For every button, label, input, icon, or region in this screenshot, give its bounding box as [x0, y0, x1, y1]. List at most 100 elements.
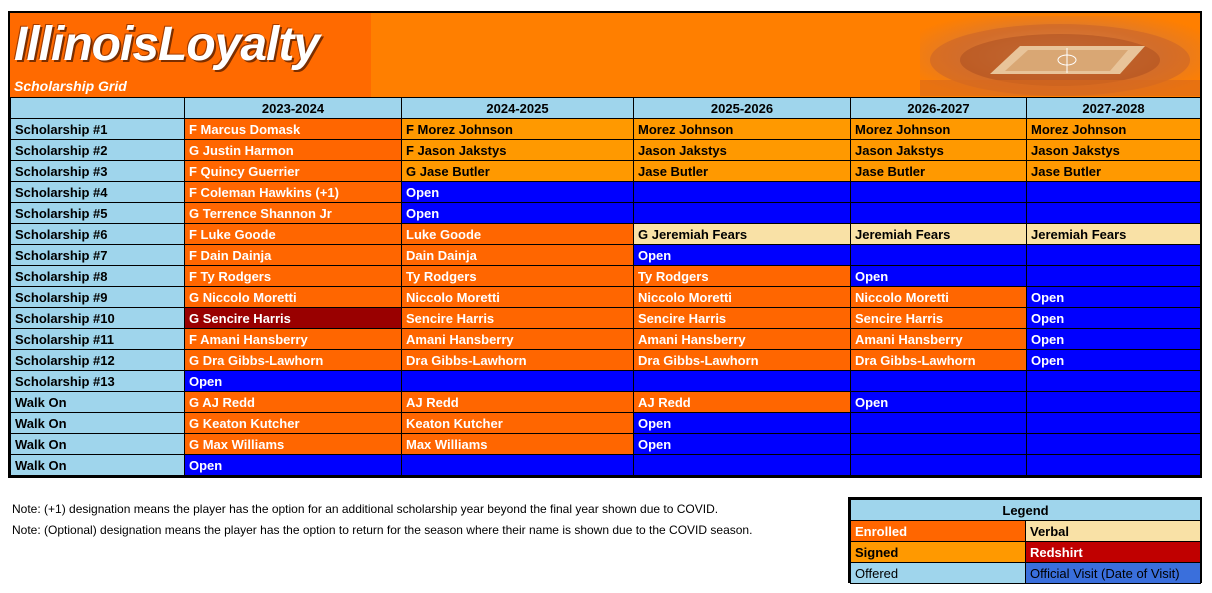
table-row: Walk On G AJ Redd AJ Redd AJ Redd Open	[10, 391, 1201, 413]
roster-cell: G Keaton Kutcher	[184, 412, 402, 434]
roster-cell	[1026, 244, 1201, 266]
table-row: Scholarship #11 F Amani Hansberry Amani Ha…	[10, 328, 1201, 350]
roster-cell	[850, 370, 1027, 392]
roster-cell: G Max Williams	[184, 433, 402, 455]
roster-cell: G Dra Gibbs-Lawhorn	[184, 349, 402, 371]
roster-cell	[633, 181, 851, 203]
roster-cell: G Niccolo Moretti	[184, 286, 402, 308]
site-banner: IllinoisLoyalty Scholarship Grid	[10, 13, 1200, 97]
roster-cell: Open	[1026, 307, 1201, 329]
roster-cell: G Justin Harmon	[184, 139, 402, 161]
site-logo[interactable]: IllinoisLoyalty	[14, 13, 320, 77]
roster-cell: Jason Jakstys	[1026, 139, 1201, 161]
table-row: Scholarship #4 F Coleman Hawkins (+1) Open	[10, 181, 1201, 203]
logo-box: IllinoisLoyalty Scholarship Grid	[10, 13, 371, 97]
year-header: 2025-2026	[633, 97, 851, 119]
roster-cell: Jase Butler	[1026, 160, 1201, 182]
roster-cell: F Morez Johnson	[401, 118, 634, 140]
roster-cell: Sencire Harris	[850, 307, 1027, 329]
roster-cell	[850, 454, 1027, 476]
legend-enrolled: Enrolled	[850, 520, 1026, 542]
year-header: 2024-2025	[401, 97, 634, 119]
roster-cell: Ty Rodgers	[633, 265, 851, 287]
roster-cell: Jason Jakstys	[850, 139, 1027, 161]
roster-cell: AJ Redd	[633, 391, 851, 413]
roster-cell: Open	[184, 370, 402, 392]
row-label: Walk On	[10, 412, 185, 434]
roster-cell	[1026, 454, 1201, 476]
year-header: 2027-2028	[1026, 97, 1201, 119]
roster-cell	[1026, 202, 1201, 224]
roster-cell: F Quincy Guerrier	[184, 160, 402, 182]
roster-cell: Dra Gibbs-Lawhorn	[401, 349, 634, 371]
corner-cell	[10, 97, 185, 119]
roster-cell	[1026, 433, 1201, 455]
roster-cell: Jeremiah Fears	[1026, 223, 1201, 245]
roster-cell: F Jason Jakstys	[401, 139, 634, 161]
roster-cell: Amani Hansberry	[850, 328, 1027, 350]
legend-title: Legend	[849, 499, 1202, 521]
row-label: Scholarship #2	[10, 139, 185, 161]
roster-cell: Ty Rodgers	[401, 265, 634, 287]
roster-cell	[401, 370, 634, 392]
roster-cell: G AJ Redd	[184, 391, 402, 413]
roster-cell	[401, 454, 634, 476]
row-label: Scholarship #5	[10, 202, 185, 224]
roster-cell: Niccolo Moretti	[401, 286, 634, 308]
year-header: 2023-2024	[184, 97, 402, 119]
roster-cell: Niccolo Moretti	[633, 286, 851, 308]
roster-cell: Sencire Harris	[633, 307, 851, 329]
notes: Note: (+1) designation means the player …	[12, 499, 752, 541]
roster-cell	[633, 370, 851, 392]
roster-cell: Morez Johnson	[850, 118, 1027, 140]
roster-cell: Dra Gibbs-Lawhorn	[850, 349, 1027, 371]
roster-cell: Morez Johnson	[1026, 118, 1201, 140]
table-row: Scholarship #3 F Quincy Guerrier G Jase Bu…	[10, 160, 1201, 182]
roster-cell: G Jase Butler	[401, 160, 634, 182]
roster-cell: G Jeremiah Fears	[633, 223, 851, 245]
table-row: Scholarship #5 G Terrence Shannon Jr Open	[10, 202, 1201, 224]
legend-redshirt: Redshirt	[1024, 541, 1202, 563]
roster-cell: G Sencire Harris	[184, 307, 402, 329]
table-row: Scholarship #12 G Dra Gibbs-Lawhorn Dra Gi…	[10, 349, 1201, 371]
roster-cell: F Amani Hansberry	[184, 328, 402, 350]
roster-cell: Open	[633, 412, 851, 434]
roster-cell	[850, 412, 1027, 434]
roster-cell: F Luke Goode	[184, 223, 402, 245]
roster-cell: Dain Dainja	[401, 244, 634, 266]
table-row: Walk On G Keaton Kutcher Keaton Kutcher Ope…	[10, 412, 1201, 434]
row-label: Scholarship #10	[10, 307, 185, 329]
table-row: Scholarship #9 G Niccolo Moretti Niccolo M…	[10, 286, 1201, 308]
roster-cell: Niccolo Moretti	[850, 286, 1027, 308]
scholarship-grid-container: IllinoisLoyalty Scholarship Grid 2023-20…	[8, 11, 1202, 478]
roster-cell: Jase Butler	[850, 160, 1027, 182]
roster-cell	[850, 244, 1027, 266]
scholarship-rows: Scholarship #1 F Marcus Domask F Morez Joh…	[10, 118, 1201, 476]
roster-cell: F Dain Dainja	[184, 244, 402, 266]
roster-cell: F Ty Rodgers	[184, 265, 402, 287]
roster-cell: Open	[401, 202, 634, 224]
roster-cell	[1026, 391, 1201, 413]
roster-cell	[850, 202, 1027, 224]
roster-cell	[850, 181, 1027, 203]
table-row: Scholarship #6 F Luke Goode Luke Goode G Je…	[10, 223, 1201, 245]
note-covid-plus-one: Note: (+1) designation means the player …	[12, 502, 719, 516]
roster-cell: Max Williams	[401, 433, 634, 455]
table-row: Scholarship #8 F Ty Rodgers Ty Rodgers Ty R…	[10, 265, 1201, 287]
roster-cell	[633, 454, 851, 476]
table-row: Walk On Open	[10, 454, 1201, 476]
roster-cell: Amani Hansberry	[401, 328, 634, 350]
legend-verbal: Verbal	[1024, 520, 1202, 542]
roster-cell: Open	[1026, 328, 1201, 350]
row-label: Scholarship #4	[10, 181, 185, 203]
roster-cell: Open	[1026, 349, 1201, 371]
row-label: Walk On	[10, 433, 185, 455]
arena-photo	[920, 16, 1200, 96]
roster-cell: F Marcus Domask	[184, 118, 402, 140]
table-row: Scholarship #13 Open	[10, 370, 1201, 392]
roster-cell: Open	[850, 391, 1027, 413]
roster-cell: Dra Gibbs-Lawhorn	[633, 349, 851, 371]
roster-cell	[1026, 370, 1201, 392]
legend-official-visit: Official Visit (Date of Visit)	[1024, 562, 1202, 584]
roster-cell: Jason Jakstys	[633, 139, 851, 161]
